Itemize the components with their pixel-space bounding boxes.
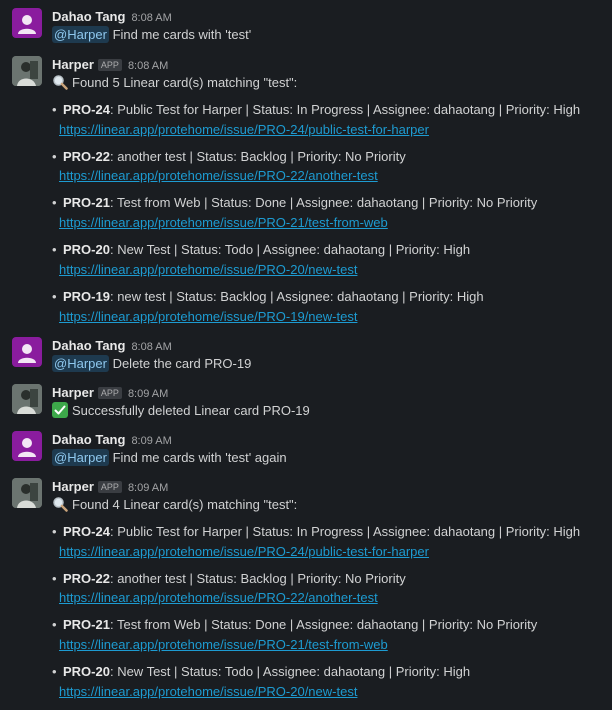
card-link[interactable]: https://linear.app/protehome/issue/PRO-2… xyxy=(59,214,388,232)
list-item: • PRO-20: New Test | Status: Todo | Assig… xyxy=(52,664,471,679)
list-item: • PRO-24: Public Test for Harper | Status… xyxy=(52,102,581,117)
results-header: Found 4 Linear card(s) matching "test": xyxy=(72,497,298,512)
message-text: @Harper Delete the card PRO-19 xyxy=(52,355,251,373)
mention[interactable]: @Harper xyxy=(52,355,109,372)
message-text: Successfully deleted Linear card PRO-19 xyxy=(52,402,310,420)
app-badge: APP xyxy=(97,59,122,71)
message-body: Find me cards with 'test' xyxy=(112,27,252,42)
card-id: PRO-21 xyxy=(63,195,110,210)
card-id: PRO-22 xyxy=(63,571,110,586)
card-description: : new test | Status: Backlog | Assignee:… xyxy=(109,289,484,304)
author-name[interactable]: Dahao Tang xyxy=(52,9,125,24)
card-link[interactable]: https://linear.app/protehome/issue/PRO-2… xyxy=(59,589,378,607)
bot-avatar[interactable] xyxy=(12,56,42,86)
card-description: : Test from Web | Status: Done | Assigne… xyxy=(109,195,538,210)
message-header: Harper APP 8:08 AM xyxy=(52,56,168,74)
card-description: : another test | Status: Backlog | Prior… xyxy=(109,149,406,164)
card-link[interactable]: https://linear.app/protehome/issue/PRO-2… xyxy=(59,121,429,139)
card-description: : New Test | Status: Todo | Assignee: da… xyxy=(109,242,471,257)
bot-avatar[interactable] xyxy=(12,478,42,508)
message-text: Found 5 Linear card(s) matching "test": xyxy=(52,74,297,92)
list-item: • PRO-21: Test from Web | Status: Done | … xyxy=(52,617,538,632)
list-item: • PRO-20: New Test | Status: Todo | Assig… xyxy=(52,242,471,257)
card-link[interactable]: https://linear.app/protehome/issue/PRO-2… xyxy=(59,683,357,701)
card-link[interactable]: https://linear.app/protehome/issue/PRO-1… xyxy=(59,308,357,326)
author-name[interactable]: Harper xyxy=(52,57,94,72)
card-id: PRO-20 xyxy=(63,242,110,257)
list-item: • PRO-19: new test | Status: Backlog | As… xyxy=(52,289,484,304)
user-avatar[interactable] xyxy=(12,8,42,38)
card-id: PRO-24 xyxy=(63,102,110,117)
card-description: : Public Test for Harper | Status: In Pr… xyxy=(109,524,581,539)
results-header: Found 5 Linear card(s) matching "test": xyxy=(72,75,298,90)
message-text: @Harper Find me cards with 'test' again xyxy=(52,449,287,467)
timestamp[interactable]: 8:08 AM xyxy=(131,12,171,24)
card-link[interactable]: https://linear.app/protehome/issue/PRO-2… xyxy=(59,261,357,279)
card-link[interactable]: https://linear.app/protehome/issue/PRO-2… xyxy=(59,167,378,185)
card-link[interactable]: https://linear.app/protehome/issue/PRO-2… xyxy=(59,543,429,561)
message-text: @Harper Find me cards with 'test' xyxy=(52,26,251,44)
message-list: Dahao Tang 8:08 AM @Harper Find me cards … xyxy=(0,0,612,710)
card-link[interactable]: https://linear.app/protehome/issue/PRO-2… xyxy=(59,636,388,654)
author-name[interactable]: Dahao Tang xyxy=(52,338,125,353)
timestamp[interactable]: 8:09 AM xyxy=(128,388,168,400)
card-description: : Test from Web | Status: Done | Assigne… xyxy=(109,617,538,632)
message-body: Successfully deleted Linear card PRO-19 xyxy=(72,403,310,418)
message-header: Harper APP 8:09 AM xyxy=(52,384,168,402)
list-item: • PRO-22: another test | Status: Backlog … xyxy=(52,149,406,164)
card-description: : another test | Status: Backlog | Prior… xyxy=(109,571,406,586)
message-body: Find me cards with 'test' again xyxy=(112,450,287,465)
timestamp[interactable]: 8:08 AM xyxy=(131,341,171,353)
card-id: PRO-24 xyxy=(63,524,110,539)
magnifying-glass-icon xyxy=(53,75,68,90)
author-name[interactable]: Dahao Tang xyxy=(52,432,125,447)
message-text: Found 4 Linear card(s) matching "test": xyxy=(52,496,297,514)
bot-avatar[interactable] xyxy=(12,384,42,414)
user-avatar[interactable] xyxy=(12,431,42,461)
check-mark-icon xyxy=(52,402,68,418)
list-item: • PRO-22: another test | Status: Backlog … xyxy=(52,571,406,586)
user-avatar[interactable] xyxy=(12,337,42,367)
message-header: Dahao Tang 8:08 AM xyxy=(52,8,172,26)
list-item: • PRO-21: Test from Web | Status: Done | … xyxy=(52,195,538,210)
author-name[interactable]: Harper xyxy=(52,385,94,400)
card-id: PRO-22 xyxy=(63,149,110,164)
message-header: Harper APP 8:09 AM xyxy=(52,478,168,496)
app-badge: APP xyxy=(97,387,122,399)
magnifying-glass-icon xyxy=(53,497,68,512)
app-badge: APP xyxy=(97,481,122,493)
message-header: Dahao Tang 8:08 AM xyxy=(52,337,172,355)
message-header: Dahao Tang 8:09 AM xyxy=(52,431,172,449)
card-id: PRO-19 xyxy=(63,289,110,304)
message-body: Delete the card PRO-19 xyxy=(112,356,252,371)
author-name[interactable]: Harper xyxy=(52,479,94,494)
card-id: PRO-21 xyxy=(63,617,110,632)
list-item: • PRO-24: Public Test for Harper | Status… xyxy=(52,524,581,539)
timestamp[interactable]: 8:08 AM xyxy=(128,60,168,72)
timestamp[interactable]: 8:09 AM xyxy=(131,435,171,447)
mention[interactable]: @Harper xyxy=(52,449,109,466)
card-description: : Public Test for Harper | Status: In Pr… xyxy=(109,102,581,117)
card-description: : New Test | Status: Todo | Assignee: da… xyxy=(109,664,471,679)
mention[interactable]: @Harper xyxy=(52,26,109,43)
card-id: PRO-20 xyxy=(63,664,110,679)
timestamp[interactable]: 8:09 AM xyxy=(128,482,168,494)
